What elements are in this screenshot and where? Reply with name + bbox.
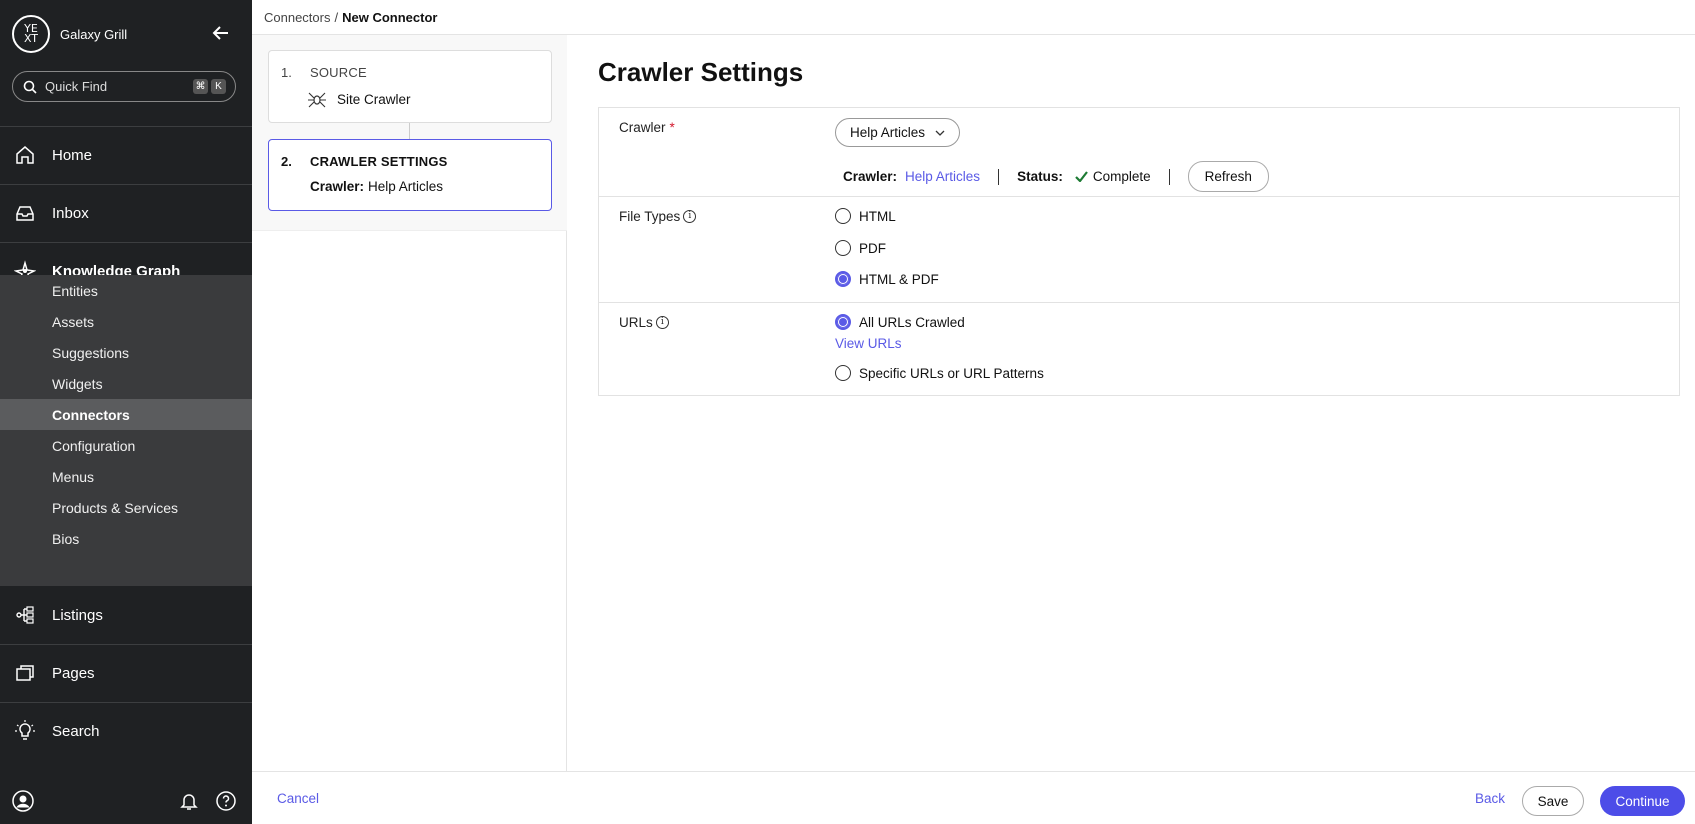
radio-html-label: HTML: [859, 208, 896, 224]
nav-search-label: Search: [52, 722, 100, 740]
urls-row: URLs i All URLs Crawled View URLs Specif…: [599, 303, 1679, 396]
k-key-badge: K: [211, 79, 226, 94]
steps-panel: 1. SOURCE Site Crawler 2. CRAWLER SETTIN…: [252, 35, 567, 771]
radio-specific-urls[interactable]: Specific URLs or URL Patterns: [835, 365, 1044, 381]
crawler-row: Crawler * Help Articles Crawler: Help Ar…: [599, 108, 1679, 197]
radio-circle-selected: [835, 314, 851, 330]
step-crawler-settings[interactable]: 2. CRAWLER SETTINGS Crawler: Help Articl…: [268, 139, 552, 211]
divider: [998, 168, 1000, 185]
nav-search[interactable]: Search: [0, 702, 252, 760]
step-source-value: Site Crawler: [337, 91, 411, 107]
radio-specific-urls-label: Specific URLs or URL Patterns: [859, 365, 1044, 381]
nav-pages-label: Pages: [52, 664, 95, 682]
breadcrumb: Connectors / New Connector: [252, 0, 1695, 35]
submenu-menus[interactable]: Menus: [0, 461, 252, 492]
submenu-bios[interactable]: Bios: [0, 523, 252, 554]
submenu-entities[interactable]: Entities: [0, 275, 252, 306]
submenu-products-services[interactable]: Products & Services: [0, 492, 252, 523]
submenu-assets[interactable]: Assets: [0, 306, 252, 337]
step-connector-line: [409, 123, 410, 139]
step-number: 1.: [281, 65, 292, 80]
page-title: Crawler Settings: [598, 57, 804, 87]
nav-listings-label: Listings: [52, 606, 103, 624]
breadcrumb-current: New Connector: [342, 9, 438, 25]
search-icon: [23, 80, 37, 94]
cmd-key-badge: ⌘: [193, 79, 208, 94]
radio-html[interactable]: HTML: [835, 208, 896, 224]
file-types-label: File Types: [619, 209, 681, 224]
org-name: Galaxy Grill: [60, 26, 128, 42]
step-number: 2.: [281, 154, 292, 169]
submenu-connectors[interactable]: Connectors: [0, 399, 252, 430]
nav-home-label: Home: [52, 146, 93, 164]
footer-bar: Cancel Back Save Continue: [252, 771, 1695, 824]
breadcrumb-separator: /: [334, 9, 339, 25]
divider: [1168, 168, 1170, 185]
inbox-icon: [16, 206, 34, 221]
knowledge-graph-submenu: Entities Assets Suggestions Widgets Conn…: [0, 275, 252, 586]
step-crawler-label: Crawler:: [310, 179, 365, 194]
help-icon[interactable]: [215, 790, 237, 812]
settings-form: Crawler * Help Articles Crawler: Help Ar…: [598, 107, 1680, 396]
required-marker: *: [669, 120, 675, 135]
quick-find-input[interactable]: Quick Find ⌘ K: [12, 71, 236, 102]
radio-all-urls-label: All URLs Crawled: [859, 314, 965, 330]
file-types-row: File Types i HTML PDF HTML & PDF: [599, 197, 1679, 303]
info-icon[interactable]: i: [655, 316, 669, 329]
breadcrumb-connectors[interactable]: Connectors: [264, 10, 330, 25]
info-icon[interactable]: i: [683, 210, 697, 223]
radio-pdf-label: PDF: [859, 240, 886, 256]
save-button[interactable]: Save: [1522, 786, 1584, 816]
nav-listings[interactable]: Listings: [0, 586, 252, 644]
listings-icon: [16, 606, 34, 624]
continue-button[interactable]: Continue: [1600, 786, 1685, 816]
radio-circle: [835, 365, 851, 381]
radio-html-pdf[interactable]: HTML & PDF: [835, 271, 939, 287]
back-button[interactable]: Back: [1475, 791, 1505, 806]
radio-html-pdf-label: HTML & PDF: [859, 271, 939, 287]
step-title: SOURCE: [310, 65, 367, 80]
bell-icon[interactable]: [178, 790, 200, 812]
home-icon: [16, 146, 34, 164]
crawler-dropdown[interactable]: Help Articles: [835, 118, 961, 147]
radio-pdf[interactable]: PDF: [835, 240, 886, 256]
crawler-label: Crawler: [619, 120, 666, 135]
main-content: Crawler Settings Crawler * Help Articles…: [568, 35, 1695, 771]
submenu-suggestions[interactable]: Suggestions: [0, 337, 252, 368]
radio-all-urls[interactable]: All URLs Crawled: [835, 314, 965, 330]
crawler-status-line: Crawler: Help Articles Status: Complete …: [843, 161, 1269, 192]
radio-circle: [835, 240, 851, 256]
status-label: Status:: [1017, 169, 1063, 184]
spider-icon: [308, 92, 326, 108]
quick-find-placeholder: Quick Find: [45, 79, 108, 94]
submenu-widgets[interactable]: Widgets: [0, 368, 252, 399]
pages-icon: [16, 665, 34, 681]
nav-inbox[interactable]: Inbox: [0, 184, 252, 242]
crawler-dropdown-value: Help Articles: [850, 125, 926, 140]
sidebar: YE XT Galaxy Grill Quick Find ⌘ K Home In…: [0, 0, 252, 824]
user-avatar-icon[interactable]: [12, 790, 34, 812]
nav-home[interactable]: Home: [0, 126, 252, 184]
step-source[interactable]: 1. SOURCE Site Crawler: [268, 50, 552, 123]
nav-pages[interactable]: Pages: [0, 644, 252, 702]
radio-circle: [835, 208, 851, 224]
status-crawler-link[interactable]: Help Articles: [905, 169, 980, 184]
collapse-sidebar-icon[interactable]: [210, 22, 232, 44]
urls-label: URLs: [619, 315, 653, 330]
step-crawler-value: Help Articles: [368, 179, 444, 194]
chevron-down-icon: [935, 130, 945, 136]
nav-inbox-label: Inbox: [52, 204, 89, 222]
yext-logo[interactable]: YE XT: [12, 15, 50, 53]
brand: YE XT Galaxy Grill: [12, 15, 127, 53]
lightbulb-icon: [15, 720, 35, 740]
status-value: Complete: [1092, 169, 1151, 184]
radio-circle-selected: [835, 271, 851, 287]
step-title: CRAWLER SETTINGS: [310, 154, 448, 169]
status-crawler-label: Crawler:: [843, 169, 898, 184]
refresh-button[interactable]: Refresh: [1187, 161, 1269, 192]
check-icon: [1075, 171, 1088, 182]
submenu-configuration[interactable]: Configuration: [0, 430, 252, 461]
view-urls-link[interactable]: View URLs: [835, 336, 902, 351]
cancel-button[interactable]: Cancel: [277, 791, 319, 806]
